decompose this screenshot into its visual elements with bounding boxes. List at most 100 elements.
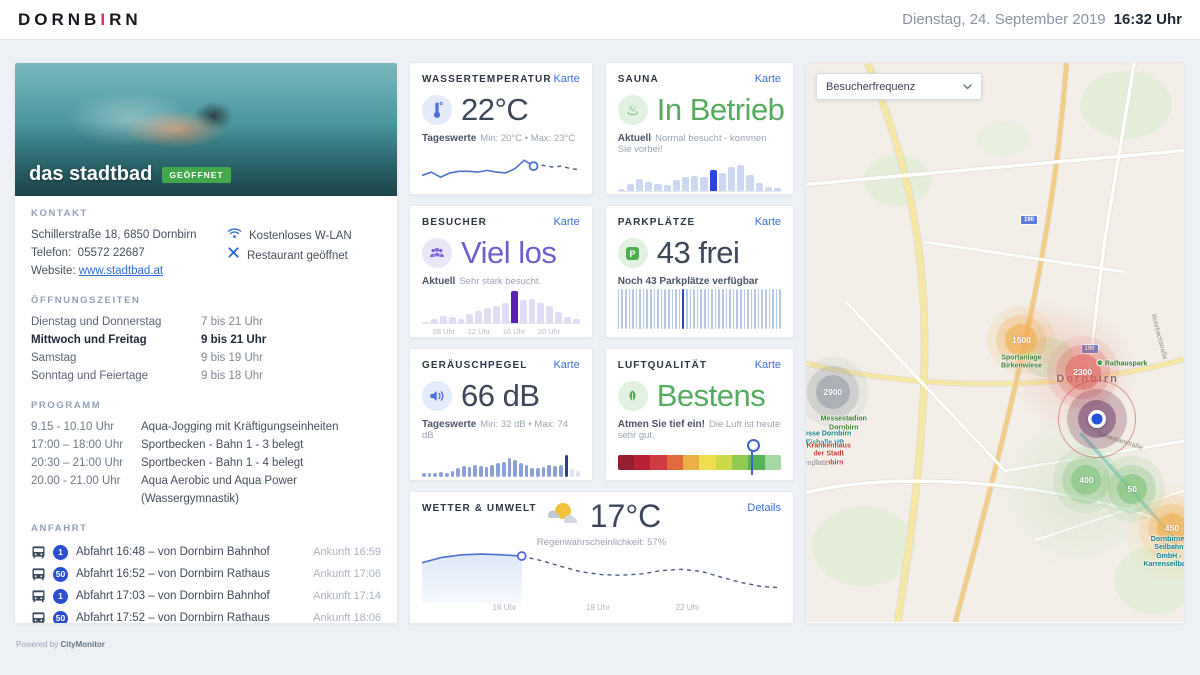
bar <box>525 465 529 477</box>
air-quality-value: Bestens <box>657 378 766 414</box>
card-title: BESUCHER <box>422 217 487 228</box>
bar <box>570 469 574 477</box>
bar-axis-ticks: 08 Uhr12 Uhr16 Uhr20 Uhr <box>618 191 781 195</box>
bus-icon <box>31 589 46 604</box>
bar <box>636 179 643 191</box>
bar <box>529 299 536 323</box>
bar <box>537 303 544 323</box>
transit-row: 50Abfahrt 16:52 – von Dornbirn RathausAn… <box>31 563 381 585</box>
weather-card: WETTER & UMWELT Details 17°C Regenwahrsc… <box>409 491 794 624</box>
logo-accent-i: I <box>100 10 109 29</box>
sauna-icon: ♨ <box>618 95 648 125</box>
card-title: GERÄUSCHPEGEL <box>422 360 527 371</box>
noise-value: 66 dB <box>461 378 540 414</box>
arrival-text: Ankunft 16:59 <box>313 546 381 558</box>
air-quality-card: LUFTQUALITÄT Karte Bestens Atmen Sie tie… <box>605 348 794 481</box>
speaker-icon <box>422 381 452 411</box>
hours-row: Mittwoch und Freitag9 bis 21 Uhr <box>31 331 381 349</box>
arrival-text: Ankunft 17:14 <box>313 590 381 602</box>
visitors-status-value: Viel los <box>461 235 556 271</box>
karte-link[interactable]: Karte <box>755 73 781 85</box>
bus-line-badge: 1 <box>53 589 68 604</box>
road-shield: 190 <box>1020 215 1038 225</box>
transit-heading: ANFAHRT <box>31 523 381 534</box>
karte-link[interactable]: Karte <box>755 216 781 228</box>
bar <box>439 472 443 477</box>
hours-heading: ÖFFNUNGSZEITEN <box>31 295 381 306</box>
wifi-icon <box>227 227 242 246</box>
current-datetime: Dienstag, 24. September 201916:32 Uhr <box>902 11 1182 28</box>
bar <box>547 465 551 477</box>
bar <box>519 463 523 477</box>
program-heading: PROGRAMM <box>31 400 381 411</box>
bar <box>691 176 698 191</box>
venue-card: das stadtbad GEÖFFNET KONTAKT Schillerst… <box>14 62 398 624</box>
karte-link[interactable]: Karte <box>755 359 781 371</box>
map-poi-label[interactable]: Rathauspark <box>1096 360 1147 369</box>
website-link[interactable]: www.stadtbad.at <box>79 265 163 277</box>
bar <box>468 467 472 477</box>
bus-line-badge: 50 <box>53 611 68 625</box>
bar <box>440 316 447 323</box>
karte-link[interactable]: Karte <box>553 216 579 228</box>
karte-link[interactable]: Karte <box>553 73 579 85</box>
bar-axis-ticks: 08 Uhr12 Uhr16 Uhr20 Uhr <box>422 323 580 336</box>
noise-stats: TageswerteMin: 32 dB • Max: 74 dB <box>422 419 580 441</box>
arrival-text: Ankunft 17:06 <box>313 568 381 580</box>
stripe-series <box>618 289 781 329</box>
bar <box>710 170 717 191</box>
karte-link[interactable]: Karte <box>553 359 579 371</box>
bar <box>627 184 634 191</box>
card-title: WASSERTEMPERATUR <box>422 74 552 85</box>
program-time: 9.15 - 10.10 Uhr <box>31 418 141 436</box>
bus-line-badge: 1 <box>53 545 68 560</box>
leaf-icon <box>618 381 648 411</box>
hours-row: Samstag9 bis 19 Uhr <box>31 349 381 367</box>
card-title: PARKPLÄTZE <box>618 217 695 228</box>
visitors-stats: AktuellSehr stark besucht. <box>422 276 580 287</box>
map-visitor-bubble[interactable]: 400 <box>1071 465 1101 495</box>
bar <box>645 182 652 191</box>
bus-line-badge: 50 <box>53 567 68 582</box>
map-visitor-bubble[interactable]: 1500 <box>1005 324 1037 356</box>
bar-series <box>422 441 580 477</box>
parking-icon: P <box>618 238 648 268</box>
parking-stats: Noch 43 Parkplätze verfügbar <box>618 276 781 287</box>
card-title: SAUNA <box>618 74 659 85</box>
bar <box>673 180 680 191</box>
bar <box>466 314 473 323</box>
chevron-down-icon <box>963 81 972 93</box>
transit-list: 1Abfahrt 16:48 – von Dornbirn BahnhofAnk… <box>31 541 381 624</box>
bar <box>502 303 509 323</box>
hours-time: 9 bis 21 Uhr <box>201 331 381 349</box>
bar <box>542 467 546 477</box>
venue-phone: Telefon: 05572 22687 <box>31 244 227 262</box>
program-activity: Sportbecken - Bahn 1 - 4 belegt <box>141 454 381 472</box>
bar <box>553 466 557 477</box>
departure-text: Abfahrt 16:48 – von Dornbirn Bahnhof <box>76 546 313 558</box>
bar <box>728 167 735 191</box>
scale-marker-pin <box>751 446 753 475</box>
kontakt-heading: KONTAKT <box>31 208 381 219</box>
sauna-stats: AktuellNormal besucht - kommen Sie vorbe… <box>618 133 781 155</box>
parking-card: PARKPLÄTZE Karte P 43 frei Noch 43 Parkp… <box>605 205 794 338</box>
air-quality-footnote: Aktuell: 18 • Prognose: 21 <box>618 479 781 481</box>
bar <box>559 465 563 477</box>
map-canvas[interactable]: 15002300290040050450Dornbirn190190Sebast… <box>805 62 1185 624</box>
program-row: 20:30 – 21:00 UhrSportbecken - Bahn 1 - … <box>31 454 381 472</box>
map-poi-label[interactable]: eeenplatz <box>805 460 828 468</box>
bar <box>485 467 489 477</box>
sauna-occupancy-chart: 08 Uhr12 Uhr16 Uhr20 Uhr <box>618 155 781 195</box>
hours-row: Dienstag und Donnerstag7 bis 21 Uhr <box>31 313 381 331</box>
bar <box>473 465 477 477</box>
bar <box>451 471 455 477</box>
map-visitor-bubble[interactable]: 2900 <box>816 375 850 409</box>
map-layer-select[interactable]: Besucherfrequenz <box>816 73 982 100</box>
arrival-text: Ankunft 18:06 <box>313 612 381 624</box>
water-temperature-card: WASSERTEMPERATUR Karte 22°C TageswerteMi… <box>409 62 593 195</box>
hours-days: Sonntag und Feiertage <box>31 367 201 385</box>
map-poi-label[interactable]: Sportanlage Birkenwiese <box>1001 354 1042 371</box>
map-poi-label[interactable]: Dornbirner Seilbahn GmbH - Karrenseilbah… <box>1143 536 1185 570</box>
hours-time: 9 bis 18 Uhr <box>201 367 381 385</box>
map-visitor-bubble[interactable]: 50 <box>1117 474 1147 504</box>
